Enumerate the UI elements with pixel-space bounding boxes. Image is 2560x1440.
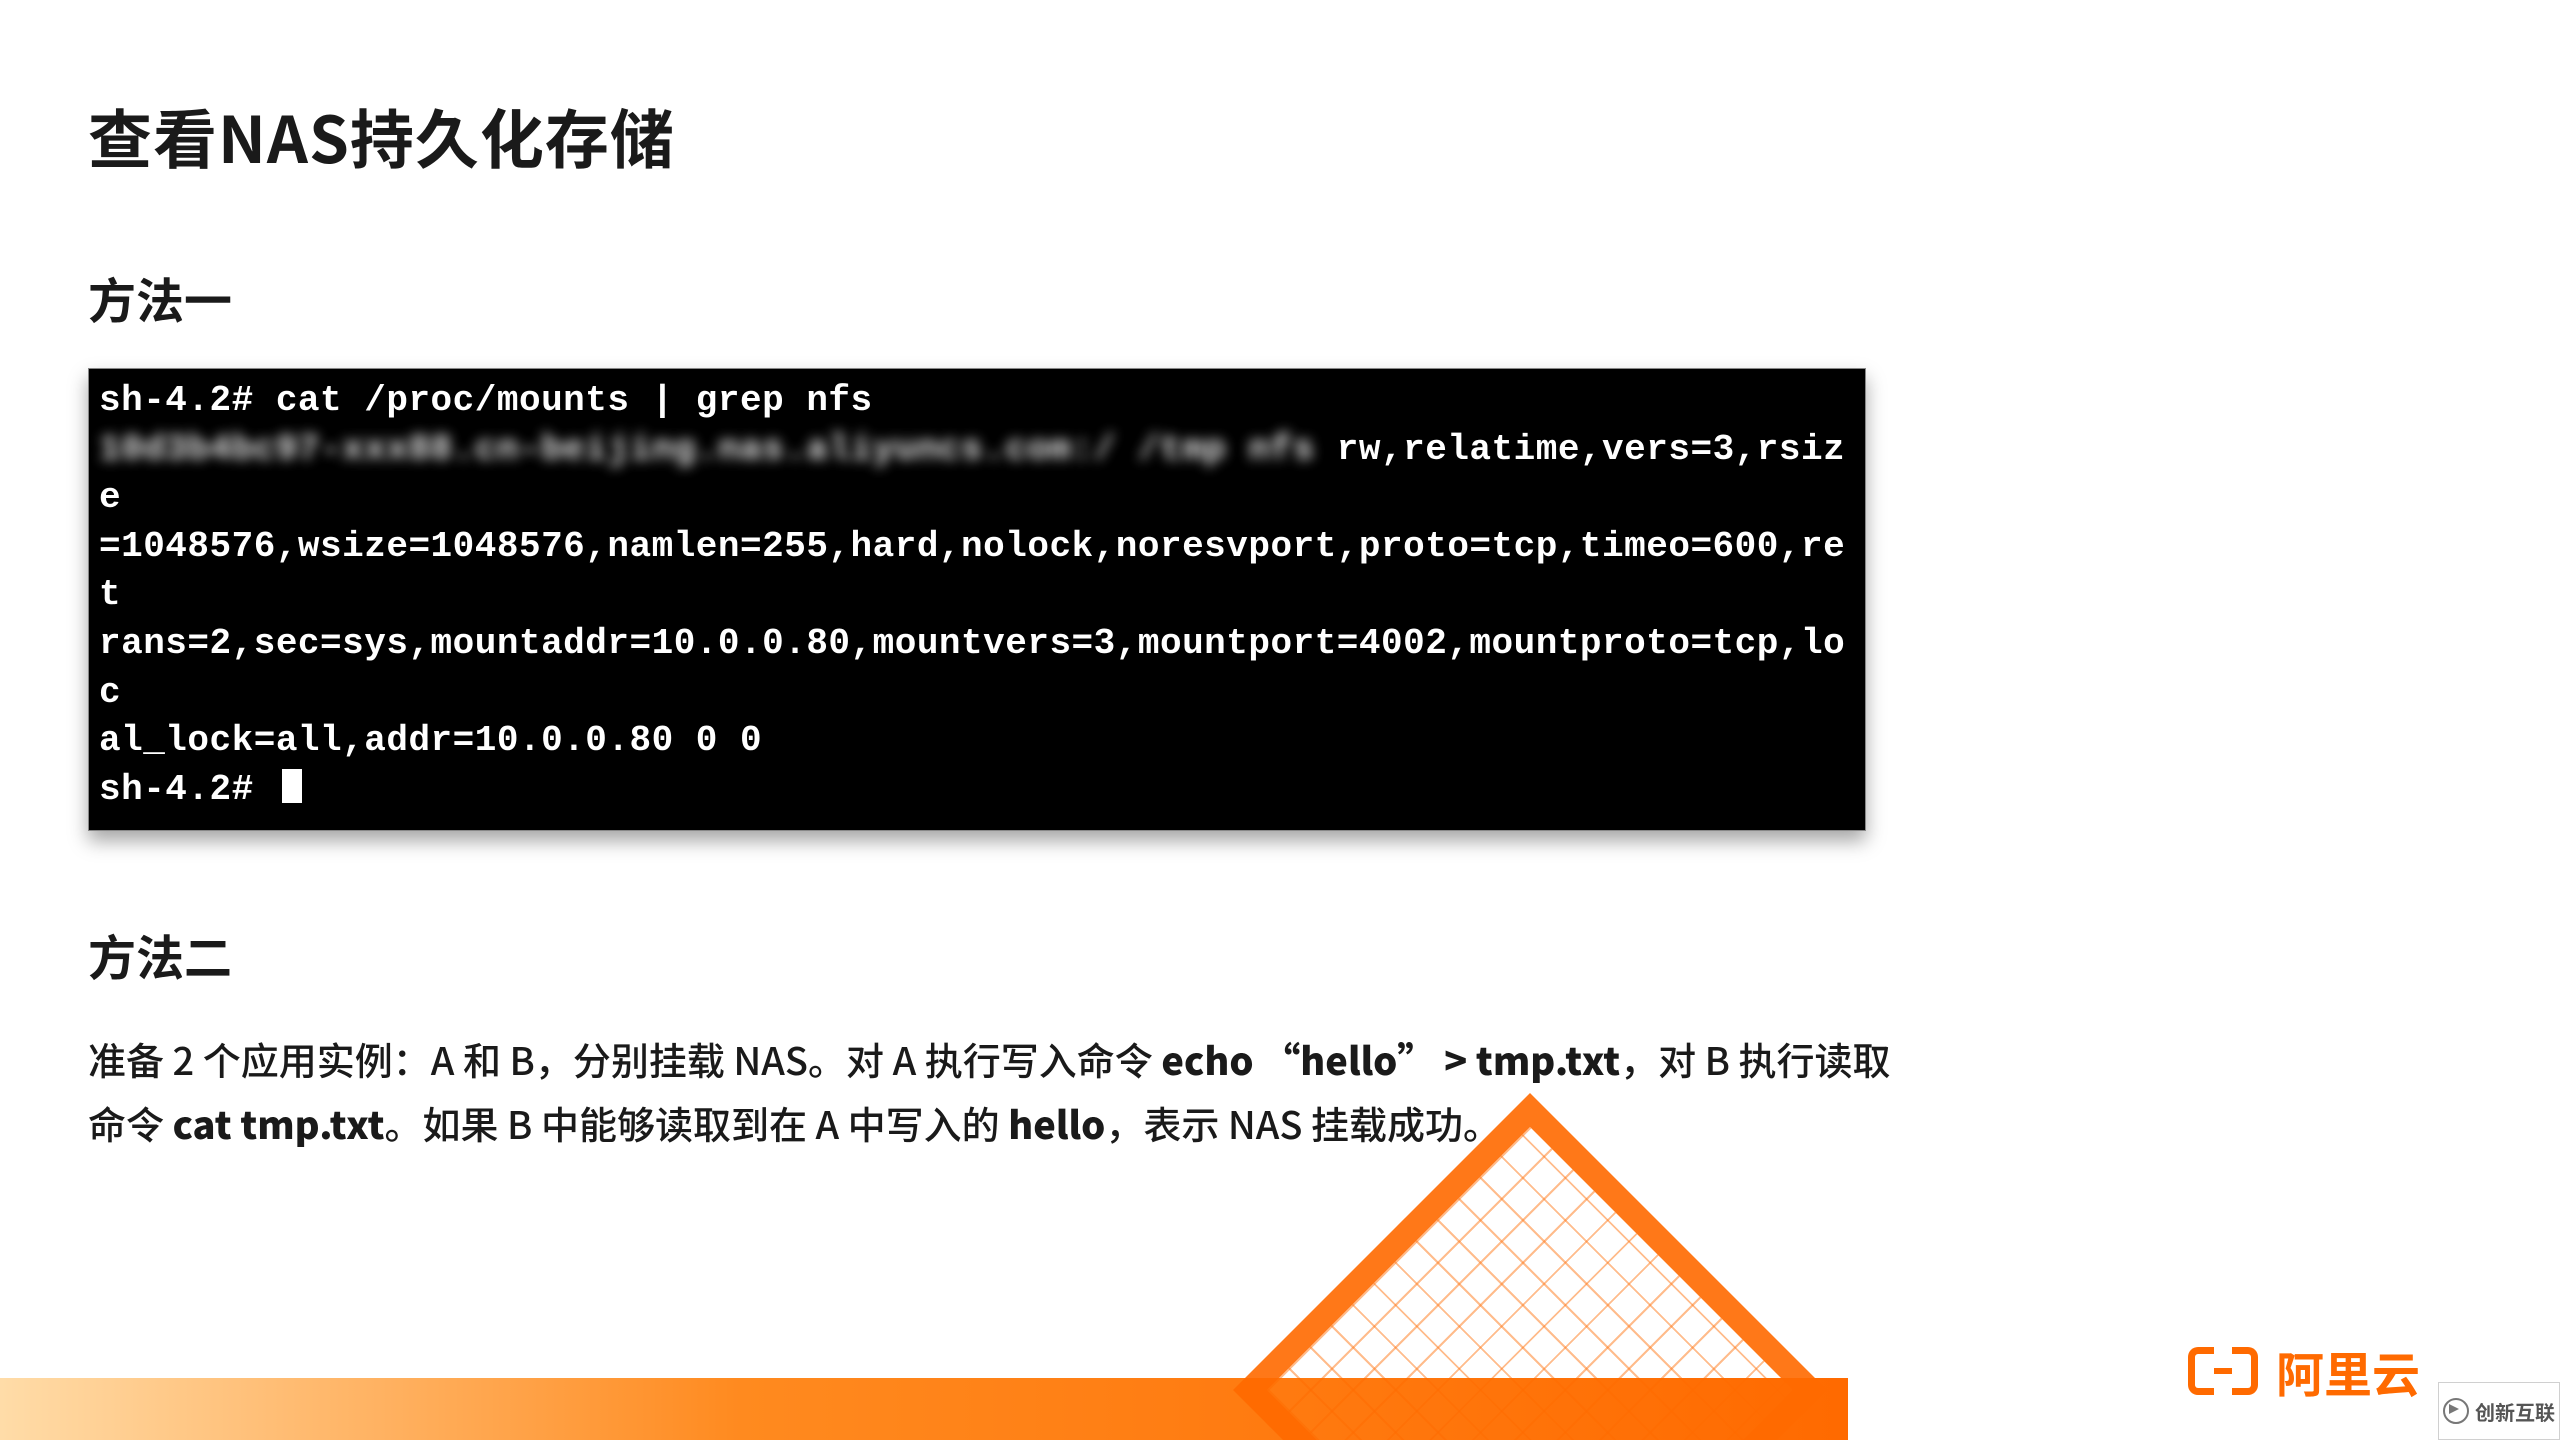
terminal-line-4: rans=2,sec=sys,mountaddr=10.0.0.80,mount… xyxy=(99,620,1855,717)
desc-part-3: 。如果 B 中能够读取到在 A 中写入的 xyxy=(385,1095,1009,1150)
slide: 查看NAS持久化存储 方法一 sh-4.2# cat /proc/mounts … xyxy=(0,0,2560,1440)
brand-logo: 阿里云 xyxy=(2188,1336,2420,1406)
shell-prompt: sh-4.2# xyxy=(99,380,276,421)
code-hello: hello xyxy=(1008,1095,1105,1150)
desc-part-4: ，表示 NAS 挂载成功。 xyxy=(1105,1095,1501,1150)
code-echo: echo “hello” > tmp.txt xyxy=(1161,1031,1620,1086)
redacted-host: 10d3b4bc97-xxx88.cn-beijing.nas.aliyuncs… xyxy=(99,429,1315,470)
method-1-heading: 方法一 xyxy=(88,262,2472,332)
shell-command: cat /proc/mounts | grep nfs xyxy=(276,380,873,421)
terminal-line-6: sh-4.2# xyxy=(99,766,1855,815)
aliyun-bracket-icon xyxy=(2188,1347,2258,1395)
terminal-line-2: 10d3b4bc97-xxx88.cn-beijing.nas.aliyuncs… xyxy=(99,426,1855,523)
watermark-text: 创新互联 xyxy=(2475,1397,2555,1426)
play-circle-icon xyxy=(2443,1398,2469,1424)
page-title: 查看NAS持久化存储 xyxy=(88,90,2472,182)
desc-part-1: 准备 2 个应用实例：A 和 B，分别挂载 NAS。对 A 执行写入命令 xyxy=(88,1031,1161,1086)
shell-prompt: sh-4.2# xyxy=(99,769,276,810)
terminal-line-3: =1048576,wsize=1048576,namlen=255,hard,n… xyxy=(99,523,1855,620)
method-2-description: 准备 2 个应用实例：A 和 B，分别挂载 NAS。对 A 执行写入命令 ech… xyxy=(88,1027,1928,1155)
terminal-output: sh-4.2# cat /proc/mounts | grep nfs 10d3… xyxy=(88,368,1866,831)
method-2-heading: 方法二 xyxy=(88,919,2472,989)
terminal-cursor-icon xyxy=(282,769,302,803)
terminal-line-1: sh-4.2# cat /proc/mounts | grep nfs xyxy=(99,377,1855,426)
terminal-screenshot: sh-4.2# cat /proc/mounts | grep nfs 10d3… xyxy=(88,368,1866,831)
watermark-badge: 创新互联 xyxy=(2438,1382,2560,1440)
code-cat: cat tmp.txt xyxy=(173,1095,385,1150)
brand-text: 阿里云 xyxy=(2276,1336,2420,1406)
terminal-line-5: al_lock=all,addr=10.0.0.80 0 0 xyxy=(99,717,1855,766)
